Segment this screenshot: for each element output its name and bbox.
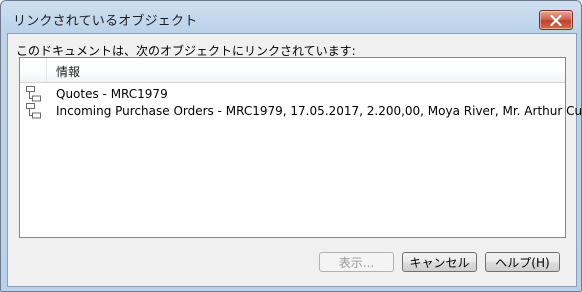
- cancel-button[interactable]: キャンセル: [402, 252, 477, 272]
- close-button[interactable]: [539, 10, 573, 30]
- column-header-info[interactable]: 情報: [56, 63, 80, 80]
- linked-objects-list[interactable]: 情報 Quotes - MRC1979 Incoming Purchase Or…: [19, 57, 581, 238]
- list-item[interactable]: Quotes - MRC1979: [20, 86, 565, 103]
- tree-node-icon: [26, 103, 41, 119]
- dialog-window: リンクされているオブジェクト このドキュメントは、次のオブジェクトにリンクされて…: [0, 0, 582, 292]
- list-item-label: Quotes - MRC1979: [56, 87, 168, 101]
- show-button[interactable]: 表示...: [319, 252, 394, 272]
- column-separator: [46, 58, 47, 82]
- close-icon: [550, 14, 562, 26]
- dialog-client-area: このドキュメントは、次のオブジェクトにリンクされています: 情報 Quotes …: [7, 33, 581, 287]
- tree-node-icon: [26, 86, 41, 102]
- list-header: 情報: [20, 58, 565, 83]
- window-title: リンクされているオブジェクト: [13, 14, 198, 29]
- help-button[interactable]: ヘルプ(H): [485, 252, 560, 272]
- list-item-label: Incoming Purchase Orders - MRC1979, 17.0…: [56, 104, 582, 118]
- list-item[interactable]: Incoming Purchase Orders - MRC1979, 17.0…: [20, 103, 581, 120]
- title-bar: リンクされているオブジェクト: [1, 1, 581, 37]
